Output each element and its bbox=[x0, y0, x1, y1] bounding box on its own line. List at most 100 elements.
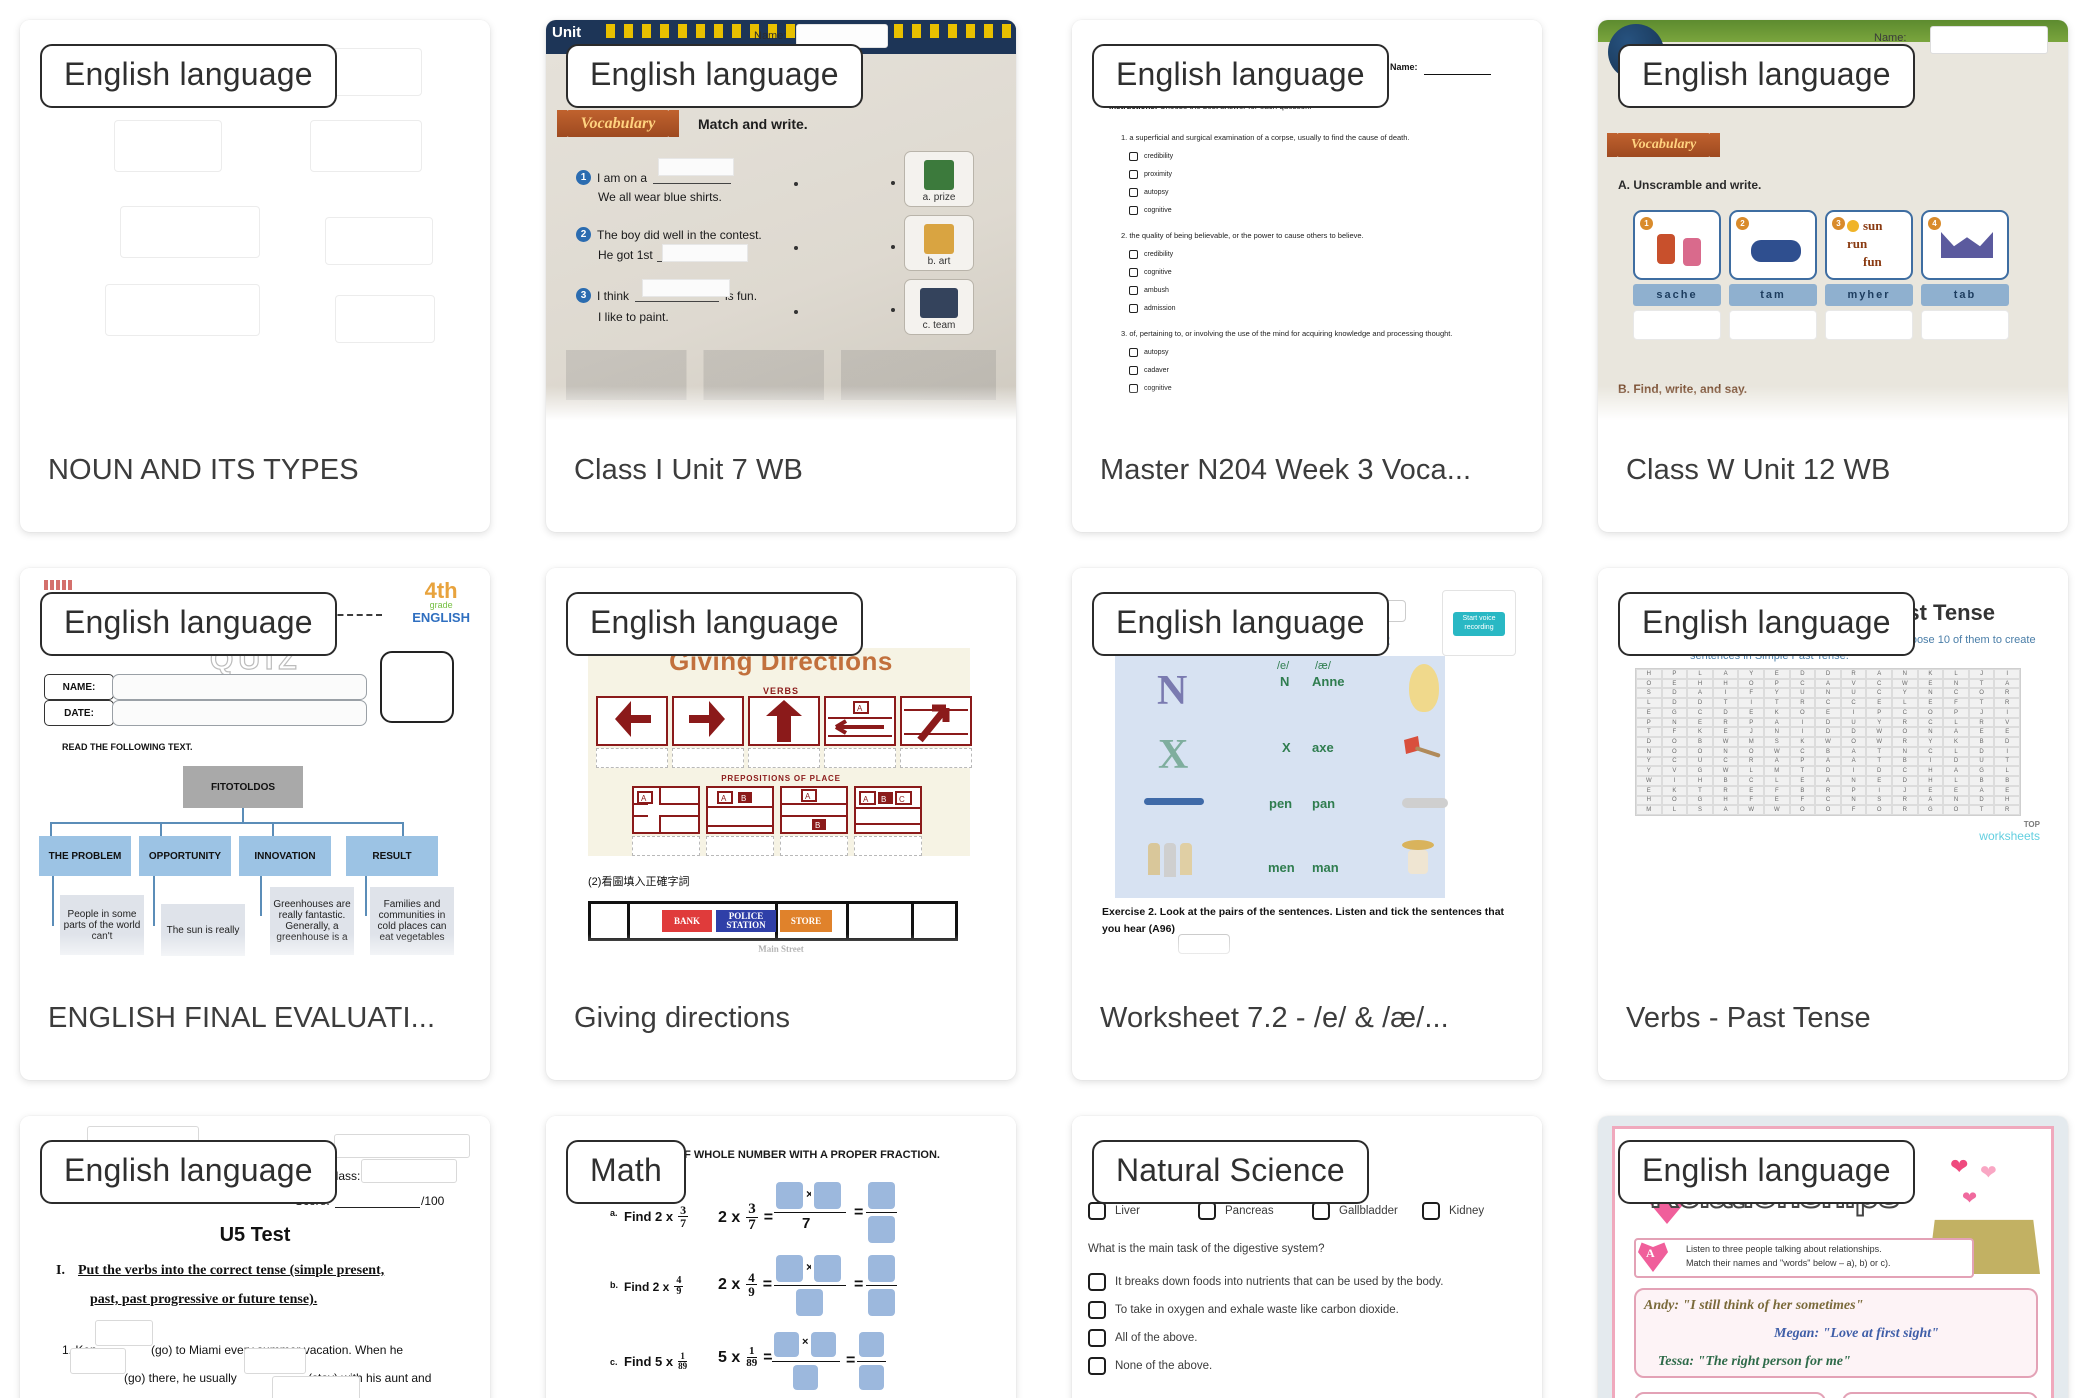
checkbox[interactable] bbox=[1088, 1329, 1106, 1347]
word-search-cell[interactable]: N bbox=[1815, 688, 1841, 699]
word-search-cell[interactable]: H bbox=[1917, 776, 1944, 786]
word-search-cell[interactable]: I bbox=[1840, 766, 1867, 777]
word-search-cell[interactable]: H bbox=[1687, 678, 1713, 689]
worksheet-title[interactable]: Class W Unit 12 WB bbox=[1598, 420, 2068, 520]
word-search-cell[interactable]: I bbox=[1661, 776, 1688, 786]
worksheet-card[interactable]: Giving Directions VERBS A PREPOSITIONS O… bbox=[546, 568, 1016, 1080]
word-search-cell[interactable]: L bbox=[1661, 805, 1688, 815]
word-search-cell[interactable]: E bbox=[1968, 727, 1995, 738]
worksheet-title[interactable]: ENGLISH FINAL EVALUATI... bbox=[20, 968, 490, 1068]
match-option[interactable]: a. prize bbox=[904, 151, 974, 207]
word-search-cell[interactable]: J bbox=[1968, 707, 1995, 718]
worksheet-thumbnail[interactable]: ON OF WHOLE NUMBER WITH A PROPER FRACTIO… bbox=[546, 1116, 1016, 1398]
worksheet-thumbnail[interactable]: Name: Vocabulary A. Unscramble and write… bbox=[1598, 20, 2068, 420]
word-search-cell[interactable]: C bbox=[1840, 698, 1867, 708]
word-search-cell[interactable]: R bbox=[1994, 698, 2020, 708]
answer-blank[interactable] bbox=[774, 1332, 799, 1357]
word-search-cell[interactable]: B bbox=[1968, 737, 1995, 747]
word-search-cell[interactable]: N bbox=[1840, 795, 1867, 806]
word-search-cell[interactable]: Y bbox=[1866, 717, 1892, 728]
subject-chip[interactable]: English language bbox=[40, 44, 337, 108]
word-search-cell[interactable]: T bbox=[1636, 727, 1662, 738]
word-search-cell[interactable]: W bbox=[1815, 737, 1841, 747]
answer-blank[interactable] bbox=[658, 158, 734, 176]
word-search-cell[interactable]: U bbox=[1968, 756, 1995, 767]
word-search-cell[interactable]: H bbox=[1712, 795, 1739, 806]
checkbox[interactable] bbox=[1129, 250, 1138, 259]
word-search-cell[interactable]: I bbox=[1789, 727, 1816, 738]
checkbox[interactable] bbox=[1312, 1202, 1330, 1220]
word-search-cell[interactable]: M bbox=[1636, 805, 1662, 815]
word-search-cell[interactable]: E bbox=[1917, 785, 1944, 796]
checkbox[interactable] bbox=[1129, 188, 1138, 197]
word-search-cell[interactable]: F bbox=[1789, 795, 1816, 806]
answer-blank[interactable] bbox=[748, 748, 820, 768]
worksheet-title[interactable]: Verbs - Past Tense bbox=[1598, 968, 2068, 1068]
word-search-cell[interactable]: M bbox=[1764, 766, 1790, 777]
word-search-cell[interactable]: Y bbox=[1636, 756, 1662, 767]
word-search-cell[interactable]: O bbox=[1636, 678, 1662, 689]
word-search-cell[interactable]: C bbox=[1712, 756, 1739, 767]
word-search-cell[interactable]: D bbox=[1840, 727, 1867, 738]
word-search-cell[interactable]: P bbox=[1738, 717, 1764, 728]
word-search-cell[interactable]: V bbox=[1661, 766, 1688, 777]
word-search-cell[interactable]: C bbox=[1738, 776, 1764, 786]
subject-chip[interactable]: English language bbox=[40, 1140, 337, 1204]
word-search-cell[interactable]: L bbox=[1892, 698, 1918, 708]
match-option[interactable]: b. art bbox=[904, 215, 974, 271]
answer-blank[interactable] bbox=[900, 748, 972, 768]
word-search-cell[interactable]: L bbox=[1943, 746, 1969, 757]
word-search-cell[interactable]: E bbox=[1764, 669, 1790, 679]
word-search-cell[interactable]: L bbox=[1943, 669, 1969, 679]
word-search-cell[interactable]: S bbox=[1636, 688, 1662, 699]
word-search-cell[interactable]: R bbox=[1815, 785, 1841, 796]
word-search-cell[interactable]: T bbox=[1866, 756, 1892, 767]
word-search-cell[interactable]: D bbox=[1712, 707, 1739, 718]
word-search-cell[interactable]: C bbox=[1815, 795, 1841, 806]
worksheet-card[interactable]: Name: Instructions: Choose the best answ… bbox=[1072, 20, 1542, 532]
worksheet-title[interactable]: Worksheet 7.2 - /e/ & /æ/... bbox=[1072, 968, 1542, 1068]
worksheet-thumbnail[interactable]: Giving Directions VERBS A PREPOSITIONS O… bbox=[546, 568, 1016, 968]
checkbox[interactable] bbox=[1129, 170, 1138, 179]
word-search-cell[interactable]: O bbox=[1661, 795, 1688, 806]
word-search-cell[interactable]: K bbox=[1917, 669, 1944, 679]
subject-chip[interactable]: English language bbox=[566, 592, 863, 656]
worksheet-thumbnail[interactable]: Name: Instructions: Choose the best answ… bbox=[1072, 20, 1542, 420]
answer-blank[interactable] bbox=[672, 748, 744, 768]
subject-chip[interactable]: Math bbox=[566, 1140, 686, 1204]
answer-blank[interactable] bbox=[272, 1376, 360, 1398]
word-search-cell[interactable]: Y bbox=[1636, 766, 1662, 777]
worksheet-card[interactable]: English language NOUN AND ITS TYPES bbox=[20, 20, 490, 532]
date-input[interactable] bbox=[112, 700, 367, 726]
word-search-cell[interactable]: R bbox=[1840, 669, 1867, 679]
word-search-cell[interactable]: W bbox=[1892, 678, 1918, 689]
subject-chip[interactable]: Natural Science bbox=[1092, 1140, 1369, 1204]
word-search-cell[interactable]: E bbox=[1636, 707, 1662, 718]
answer-blank[interactable] bbox=[706, 836, 774, 856]
word-search-cell[interactable]: N bbox=[1917, 688, 1944, 699]
answer-blank[interactable] bbox=[776, 1182, 803, 1209]
word-search-cell[interactable]: I bbox=[1866, 785, 1892, 796]
word-search-cell[interactable]: A bbox=[1866, 669, 1892, 679]
word-search-cell[interactable]: I bbox=[1917, 756, 1944, 767]
checkbox[interactable] bbox=[1129, 366, 1138, 375]
word-search-cell[interactable]: C bbox=[1661, 756, 1688, 767]
word-search-cell[interactable]: A bbox=[1968, 785, 1995, 796]
word-search-cell[interactable]: C bbox=[1866, 678, 1892, 689]
word-search-cell[interactable]: O bbox=[1815, 805, 1841, 815]
answer-blank[interactable] bbox=[642, 279, 730, 297]
word-search-cell[interactable]: D bbox=[1815, 766, 1841, 777]
word-search-cell[interactable]: F bbox=[1764, 785, 1790, 796]
word-search-cell[interactable]: Y bbox=[1764, 688, 1790, 699]
worksheet-card[interactable]: le Past Tense m. Then choose 10 of them … bbox=[1598, 568, 2068, 1080]
word-search-cell[interactable]: E bbox=[1866, 776, 1892, 786]
word-search-cell[interactable]: K bbox=[1789, 737, 1816, 747]
answer-blank[interactable] bbox=[811, 1332, 836, 1357]
word-search-cell[interactable]: Y bbox=[1738, 669, 1764, 679]
word-search-cell[interactable]: I bbox=[1789, 717, 1816, 728]
answer-blank[interactable] bbox=[824, 748, 896, 768]
word-search-cell[interactable]: G bbox=[1687, 795, 1713, 806]
answer-blank[interactable] bbox=[95, 1320, 153, 1346]
word-search-cell[interactable]: R bbox=[1994, 688, 2020, 699]
word-search-cell[interactable]: O bbox=[1892, 727, 1918, 738]
